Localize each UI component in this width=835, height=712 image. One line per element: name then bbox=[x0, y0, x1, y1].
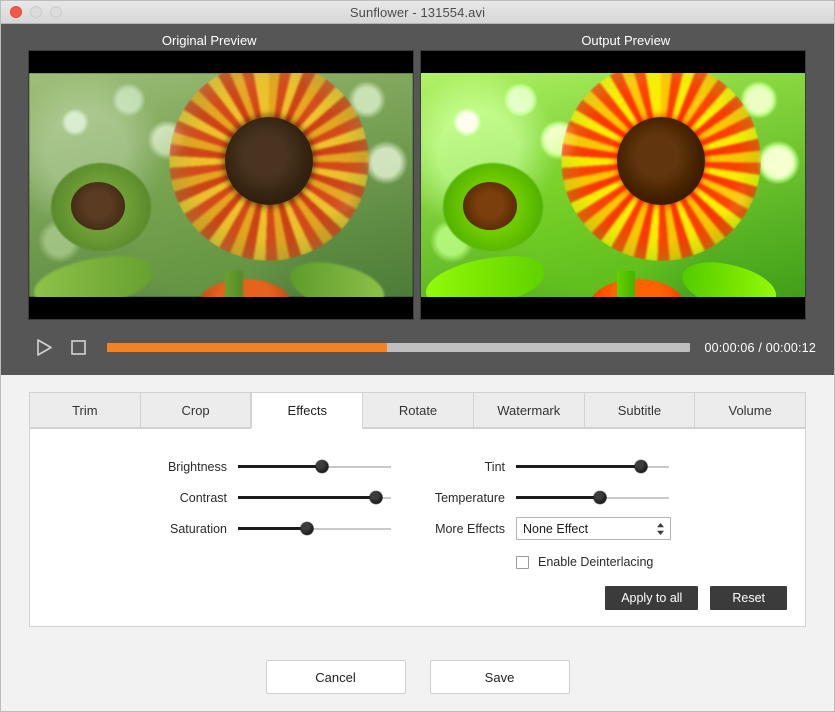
transport-bar: 00:00:06 / 00:00:12 bbox=[1, 320, 834, 375]
contrast-label: Contrast bbox=[48, 491, 238, 505]
slider-fill bbox=[516, 496, 600, 499]
effects-panel: Brightness Contrast bbox=[29, 428, 806, 627]
playback-progress-bar[interactable] bbox=[107, 343, 690, 352]
deinterlacing-checkbox[interactable] bbox=[516, 556, 529, 569]
temperature-label: Temperature bbox=[420, 491, 516, 505]
slider-knob[interactable] bbox=[594, 491, 607, 504]
tint-row: Tint bbox=[420, 451, 787, 482]
brightness-slider[interactable] bbox=[238, 460, 391, 474]
letterbox-top bbox=[29, 51, 413, 73]
stop-icon bbox=[70, 339, 87, 356]
tab-crop[interactable]: Crop bbox=[141, 392, 252, 428]
tab-subtitle[interactable]: Subtitle bbox=[585, 392, 696, 428]
chevron-updown-icon bbox=[656, 522, 665, 535]
apply-to-all-button[interactable]: Apply to all bbox=[605, 586, 698, 610]
sunflower-disc bbox=[225, 117, 313, 205]
slider-fill bbox=[516, 465, 641, 468]
slider-fill bbox=[238, 465, 322, 468]
playback-progress-fill bbox=[107, 343, 387, 352]
more-effects-value: None Effect bbox=[523, 522, 588, 536]
letterbox-bottom bbox=[29, 297, 413, 319]
footer-buttons: Cancel Save bbox=[1, 660, 834, 694]
tab-effects[interactable]: Effects bbox=[251, 392, 363, 429]
sunflower-bloom bbox=[169, 61, 369, 261]
preview-row bbox=[1, 50, 834, 320]
contrast-row: Contrast bbox=[48, 482, 420, 513]
slider-fill bbox=[238, 527, 307, 530]
temperature-slider[interactable] bbox=[516, 491, 669, 505]
original-preview-video[interactable] bbox=[28, 50, 414, 320]
tint-slider[interactable] bbox=[516, 460, 669, 474]
stepper-arrows-icon bbox=[656, 522, 665, 535]
window-title: Sunflower - 131554.avi bbox=[1, 5, 834, 20]
editor-panel: Trim Crop Effects Rotate Watermark Subti… bbox=[1, 375, 834, 712]
output-preview-label: Output Preview bbox=[418, 33, 835, 48]
effects-right-column: Tint Temperature bbox=[420, 451, 787, 569]
deinterlacing-row: Enable Deinterlacing bbox=[516, 555, 787, 569]
cancel-button[interactable]: Cancel bbox=[266, 660, 406, 694]
more-effects-row: More Effects None Effect bbox=[420, 513, 787, 544]
brightness-row: Brightness bbox=[48, 451, 420, 482]
more-effects-label: More Effects bbox=[420, 522, 516, 536]
sunflower-disc bbox=[617, 117, 705, 205]
slider-fill bbox=[238, 496, 376, 499]
stop-button[interactable] bbox=[61, 333, 95, 363]
brightness-label: Brightness bbox=[48, 460, 238, 474]
tab-rotate[interactable]: Rotate bbox=[363, 392, 474, 428]
save-button[interactable]: Save bbox=[430, 660, 570, 694]
deinterlacing-label: Enable Deinterlacing bbox=[538, 555, 653, 569]
play-button[interactable] bbox=[27, 333, 61, 363]
tab-trim[interactable]: Trim bbox=[29, 392, 141, 428]
saturation-label: Saturation bbox=[48, 522, 238, 536]
saturation-slider[interactable] bbox=[238, 522, 391, 536]
output-preview-video[interactable] bbox=[420, 50, 806, 320]
original-preview-label: Original Preview bbox=[1, 33, 418, 48]
panel-action-buttons: Apply to all Reset bbox=[605, 586, 787, 610]
sunflower-bud bbox=[51, 163, 151, 251]
tint-label: Tint bbox=[420, 460, 516, 474]
contrast-slider[interactable] bbox=[238, 491, 391, 505]
slider-knob[interactable] bbox=[369, 491, 382, 504]
letterbox-top bbox=[421, 51, 805, 73]
more-effects-select[interactable]: None Effect bbox=[516, 517, 671, 540]
time-display: 00:00:06 / 00:00:12 bbox=[704, 341, 816, 355]
slider-knob[interactable] bbox=[635, 460, 648, 473]
slider-knob[interactable] bbox=[300, 522, 313, 535]
tab-volume[interactable]: Volume bbox=[695, 392, 806, 428]
bud-center bbox=[71, 182, 125, 230]
tab-watermark[interactable]: Watermark bbox=[474, 392, 585, 428]
tab-bar: Trim Crop Effects Rotate Watermark Subti… bbox=[29, 392, 806, 428]
editor-window: Sunflower - 131554.avi Original Preview … bbox=[0, 0, 835, 712]
temperature-row: Temperature bbox=[420, 482, 787, 513]
bud-center bbox=[463, 182, 517, 230]
play-icon bbox=[36, 338, 53, 357]
saturation-row: Saturation bbox=[48, 513, 420, 544]
effects-columns: Brightness Contrast bbox=[48, 451, 787, 569]
sunflower-bud bbox=[443, 163, 543, 251]
preview-label-row: Original Preview Output Preview bbox=[1, 24, 834, 50]
video-area: Original Preview Output Preview bbox=[1, 24, 834, 375]
effects-left-column: Brightness Contrast bbox=[48, 451, 420, 569]
title-bar: Sunflower - 131554.avi bbox=[1, 1, 834, 24]
letterbox-bottom bbox=[421, 297, 805, 319]
slider-knob[interactable] bbox=[316, 460, 329, 473]
reset-button[interactable]: Reset bbox=[710, 586, 787, 610]
sunflower-bloom bbox=[561, 61, 761, 261]
